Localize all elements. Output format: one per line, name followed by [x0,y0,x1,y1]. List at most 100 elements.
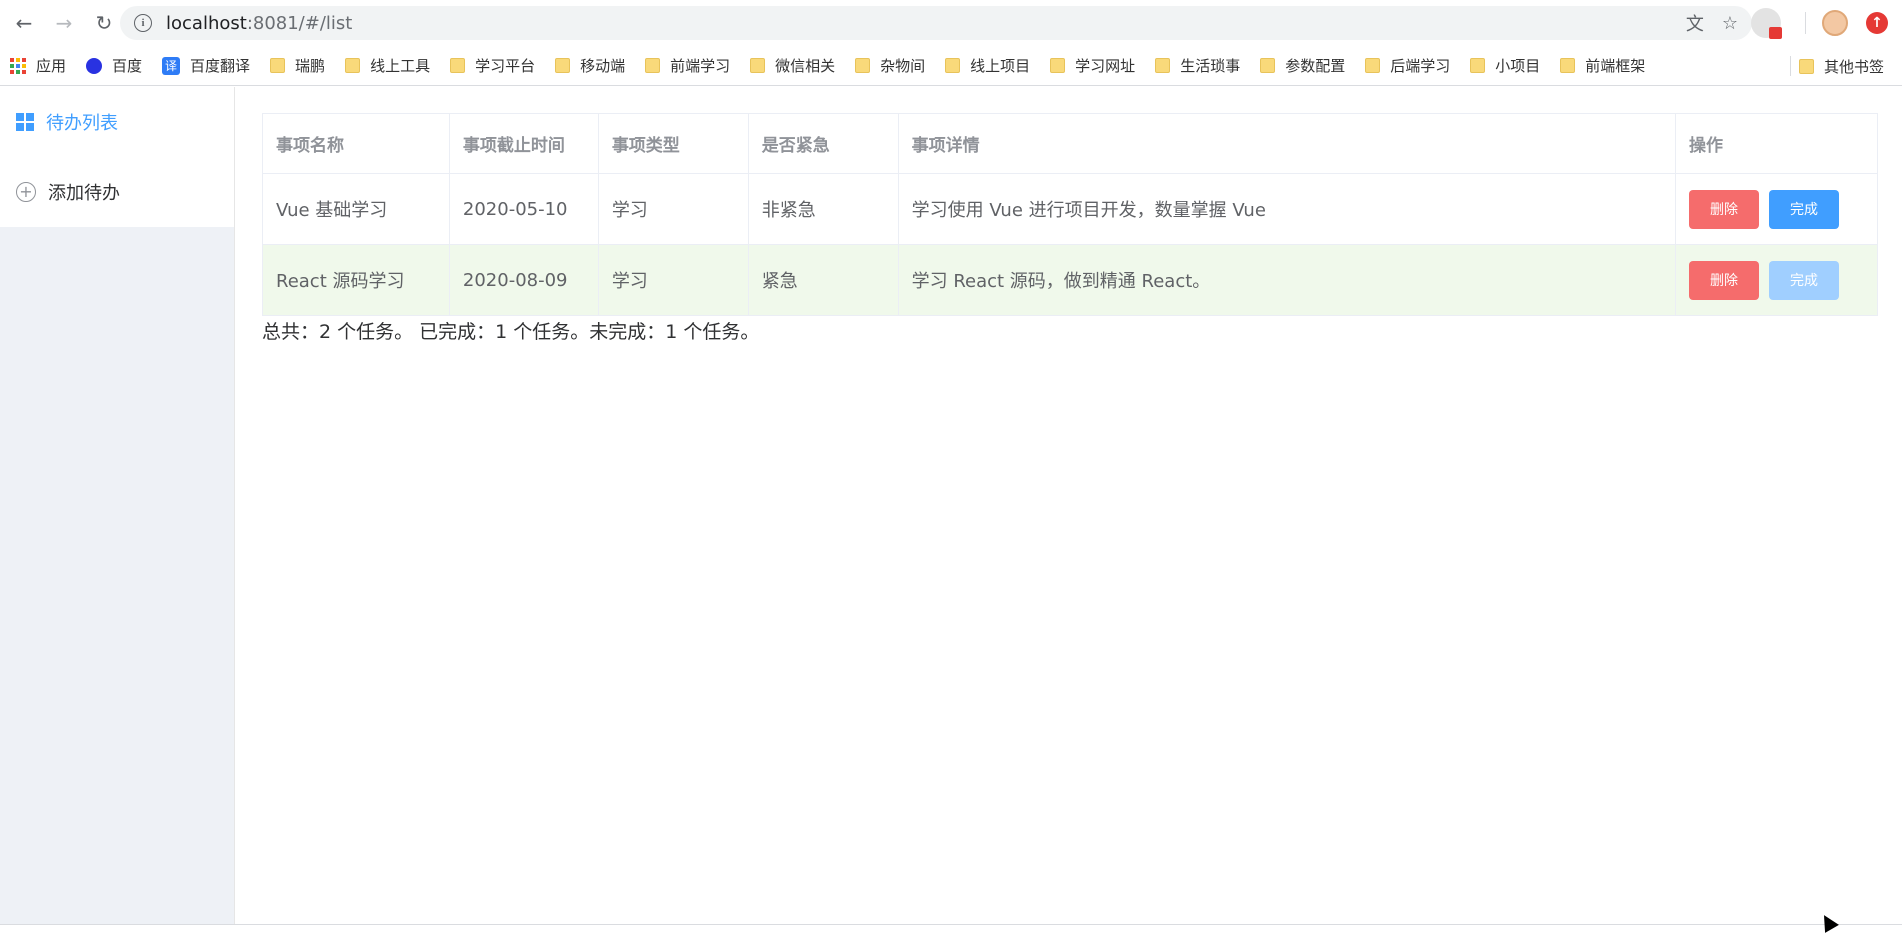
bookmark-folder[interactable]: 前端学习 [635,46,740,86]
cell-urgent: 非紧急 [748,173,899,245]
bookmark-folder[interactable]: 线上工具 [335,46,440,86]
sidebar-item-label: 待办列表 [46,113,118,134]
url-text[interactable]: localhost:8081/#/list [166,13,352,34]
sidebar: 待办列表 + 添加待办 [0,87,235,924]
folder-icon [750,58,766,73]
extension-icon[interactable] [1751,8,1782,39]
bookmark-folder[interactable]: 生活琐事 [1145,46,1250,86]
translate-icon[interactable]: 文 [1686,10,1704,36]
bookmark-baidu[interactable]: 百度 [76,46,152,86]
status-bar [0,924,1902,936]
bookmark-folder[interactable]: 微信相关 [740,46,845,86]
bookmark-label: 百度 [112,57,143,75]
folder-icon [855,58,871,73]
bookmark-label: 杂物间 [880,57,926,75]
info-icon[interactable]: i [134,14,152,32]
cell-name: React 源码学习 [262,244,450,316]
folder-icon [1470,58,1486,73]
cell-urgent: 紧急 [748,244,899,316]
reload-icon[interactable]: ↻ [88,7,120,39]
bookmark-label: 参数配置 [1285,57,1346,75]
folder-icon [1050,58,1066,73]
app-root: 待办列表 + 添加待办 事项名称 事项截止时间 事项类型 是否紧急 事项详情 操… [0,87,1902,924]
complete-button-disabled: 完成 [1769,260,1840,300]
forward-icon[interactable]: → [48,7,80,39]
bookmark-other[interactable]: 其他书签 [1772,46,1894,86]
cell-type: 学习 [598,244,749,316]
bookmark-apps[interactable]: 应用 [0,46,76,86]
sidebar-item-todo-list[interactable]: 待办列表 [0,87,234,157]
bookmark-folder[interactable]: 线上项目 [935,46,1040,86]
bookmark-label: 后端学习 [1390,57,1451,75]
apps-grid-icon [10,57,26,74]
main-content: 事项名称 事项截止时间 事项类型 是否紧急 事项详情 操作 Vue 基础学习 2… [236,87,1902,924]
bookmark-baidu-translate[interactable]: 译 百度翻译 [152,46,260,86]
bookmark-label: 瑞鹏 [295,57,326,75]
folder-icon [645,58,661,73]
complete-button[interactable]: 完成 [1769,189,1840,229]
folder-icon [450,58,466,73]
star-icon[interactable]: ☆ [1722,13,1738,34]
cell-type: 学习 [598,173,749,245]
bookmark-folder[interactable]: 小项目 [1460,46,1550,86]
table-header-row: 事项名称 事项截止时间 事项类型 是否紧急 事项详情 操作 [262,113,1878,174]
sidebar-menu: 待办列表 + 添加待办 [0,87,234,227]
bookmark-label: 生活琐事 [1180,57,1241,75]
folder-icon [345,58,361,73]
baidu-icon [86,57,103,74]
update-icon[interactable]: ↑ [1866,12,1888,34]
back-icon[interactable]: ← [8,7,40,39]
bookmark-folder[interactable]: 杂物间 [845,46,935,86]
cell-detail: 学习 React 源码，做到精通 React。 [898,244,1677,316]
bookmark-divider [1789,56,1791,76]
header-urgent: 是否紧急 [748,113,899,174]
bookmarks-bar: 应用 百度 译 百度翻译 瑞鹏 线上工具 学习平台 移动端 前端学习 微信相关 … [0,46,1902,86]
bookmark-folder[interactable]: 移动端 [545,46,635,86]
toolbar-divider [1805,12,1806,34]
bookmark-label: 学习平台 [475,57,536,75]
cell-actions: 删除 完成 [1675,173,1878,245]
folder-icon [945,58,961,73]
table-row: React 源码学习 2020-08-09 学习 紧急 学习 React 源码，… [262,244,1878,316]
profile-avatar[interactable] [1822,10,1848,36]
cell-name: Vue 基础学习 [262,173,450,245]
folder-icon [555,58,571,73]
bookmark-label: 小项目 [1495,57,1541,75]
translate-site-icon: 译 [162,56,181,75]
delete-button[interactable]: 删除 [1689,189,1760,229]
bookmark-label: 应用 [36,57,67,75]
header-detail: 事项详情 [898,113,1677,174]
header-name: 事项名称 [262,113,450,174]
folder-icon [1798,58,1814,74]
cell-detail: 学习使用 Vue 进行项目开发，数量掌握 Vue [898,173,1677,245]
bookmark-folder[interactable]: 瑞鹏 [260,46,335,86]
sidebar-item-add-todo[interactable]: + 添加待办 [0,157,234,227]
bookmark-folder[interactable]: 后端学习 [1355,46,1460,86]
grid-icon [16,113,34,131]
bookmark-label: 移动端 [580,57,626,75]
task-summary: 总共：2 个任务。 已完成：1 个任务。未完成：1 个任务。 [262,321,760,343]
bookmark-folder[interactable]: 学习网址 [1040,46,1145,86]
url-path: :8081/#/list [246,12,353,34]
sidebar-item-label: 添加待办 [48,183,120,204]
bookmark-label: 线上工具 [370,57,431,75]
bookmark-label: 线上项目 [970,57,1031,75]
header-deadline: 事项截止时间 [449,113,599,174]
bookmark-label: 前端学习 [670,57,731,75]
circle-plus-icon: + [16,182,36,202]
table-row: Vue 基础学习 2020-05-10 学习 非紧急 学习使用 Vue 进行项目… [262,173,1878,245]
bookmark-label: 微信相关 [775,57,836,75]
bookmark-folder[interactable]: 前端框架 [1550,46,1655,86]
cell-actions: 删除 完成 [1675,244,1878,316]
folder-icon [1155,58,1171,73]
bookmark-label: 其他书签 [1823,57,1884,76]
bookmark-folder[interactable]: 参数配置 [1250,46,1355,86]
cell-deadline: 2020-08-09 [449,244,599,316]
bookmark-label: 百度翻译 [190,57,251,75]
address-bar[interactable]: i localhost:8081/#/list 文 ☆ [120,6,1752,40]
folder-icon [1260,58,1276,73]
todo-table: 事项名称 事项截止时间 事项类型 是否紧急 事项详情 操作 Vue 基础学习 2… [262,113,1878,316]
delete-button[interactable]: 删除 [1689,260,1760,300]
url-host: localhost [166,12,247,34]
bookmark-folder[interactable]: 学习平台 [440,46,545,86]
